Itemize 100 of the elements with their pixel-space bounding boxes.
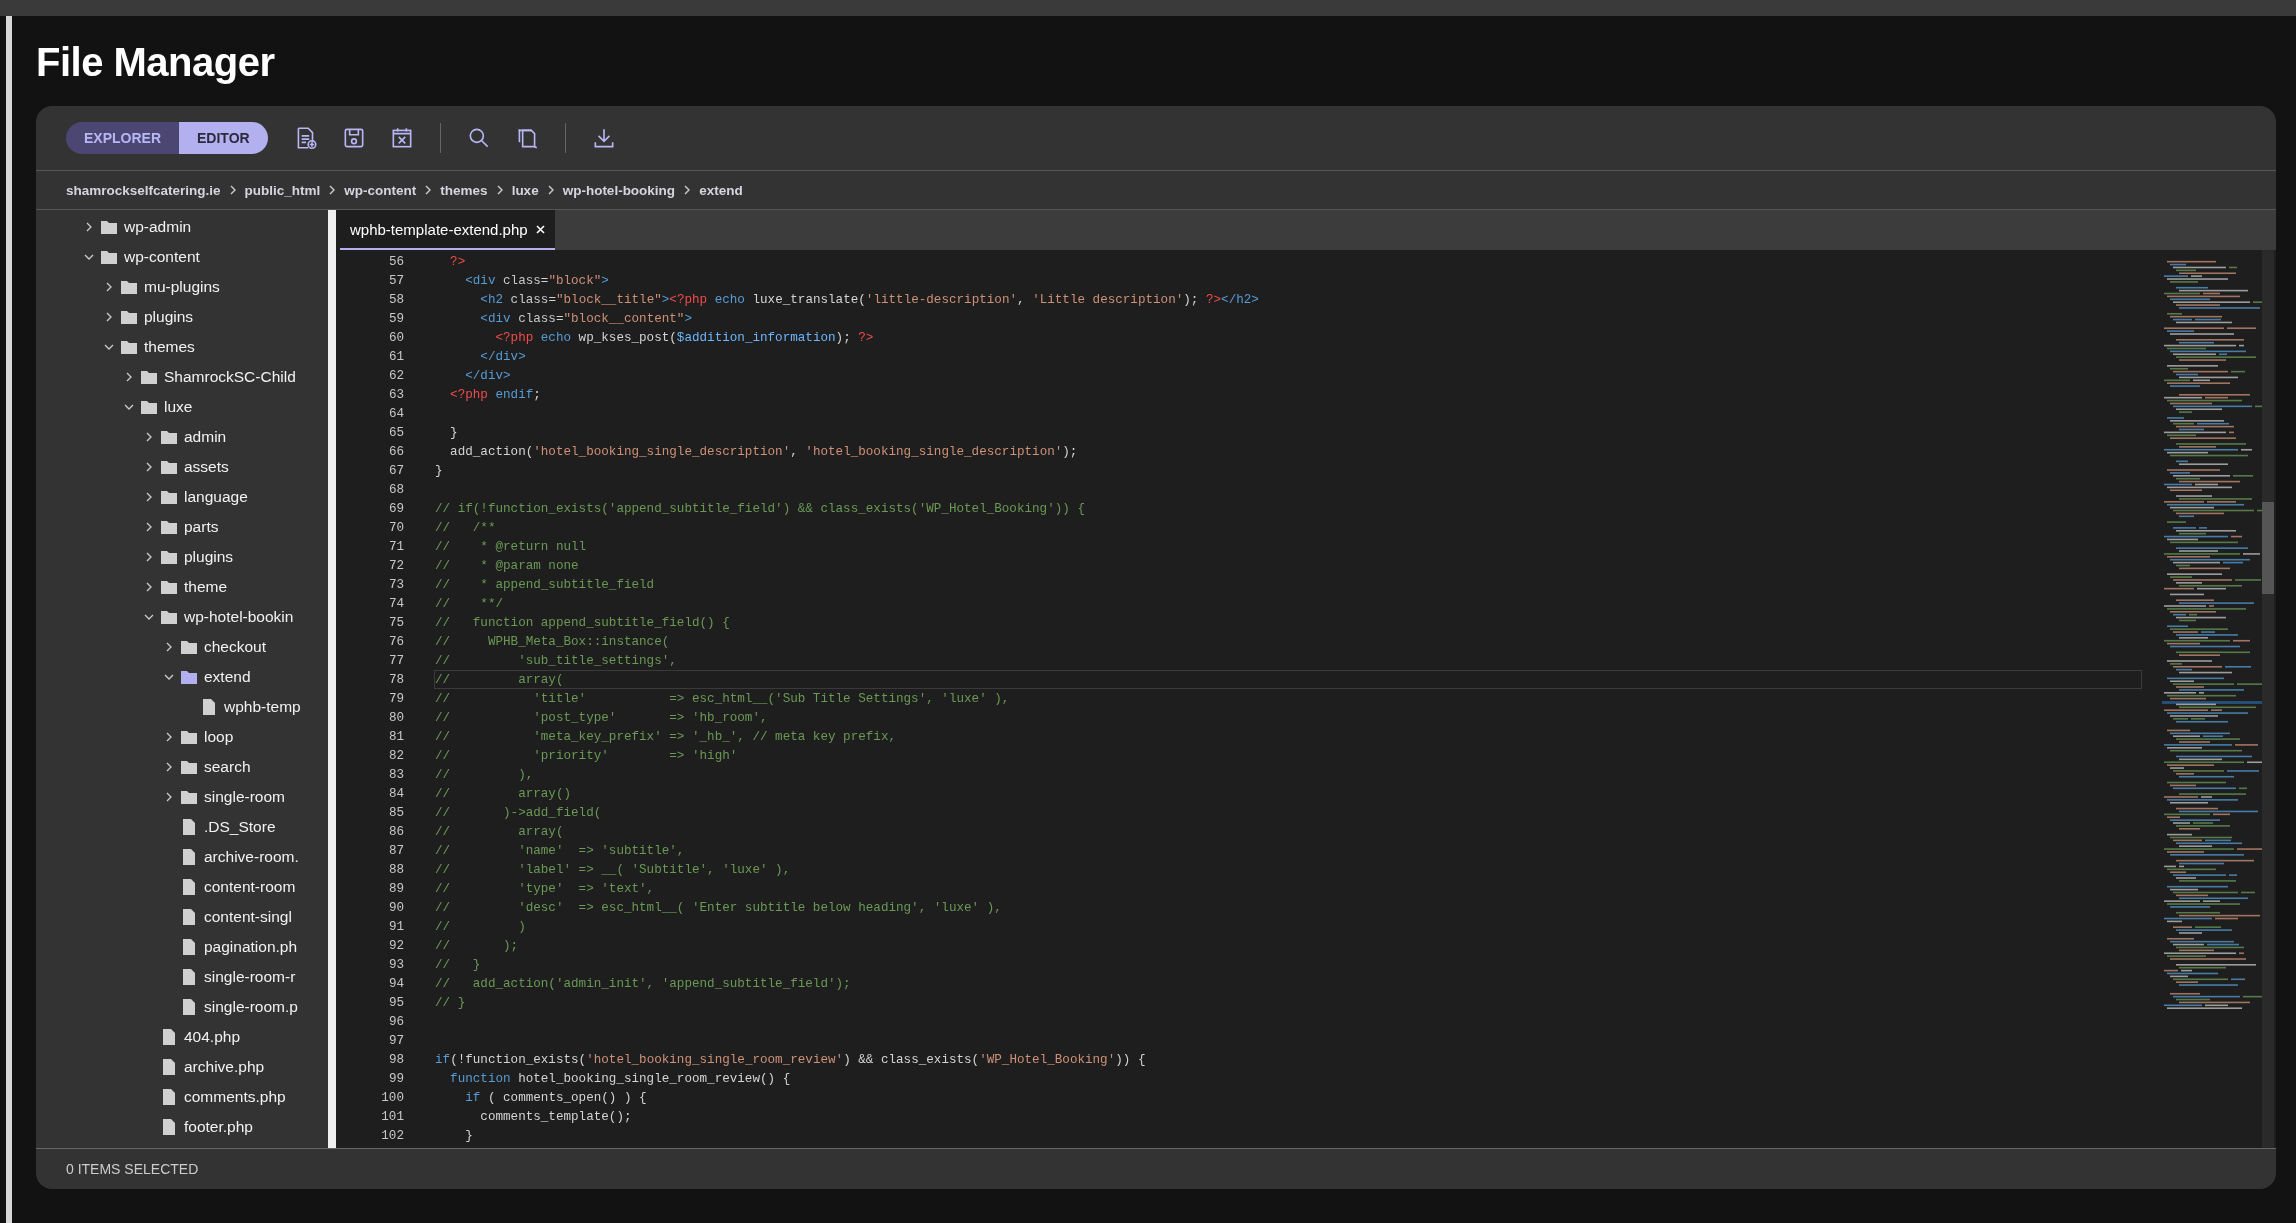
chevron-right-icon[interactable] (164, 762, 174, 772)
line-number: 56 (387, 254, 405, 269)
tree-item-label[interactable]: single-room-r (204, 968, 296, 986)
line-number: 95 (387, 995, 405, 1010)
code-line: // )->add_field( (434, 805, 603, 822)
tree-item-label[interactable]: archive-room. (204, 848, 299, 866)
tree-item-label[interactable]: archive.php (184, 1058, 265, 1076)
code-line: // 'name' => 'subtitle', (434, 843, 686, 860)
breadcrumb-link[interactable]: public_html (244, 182, 321, 198)
tree-item-label[interactable]: loop (204, 728, 234, 746)
tree-item-label[interactable]: wp-admin (124, 218, 192, 236)
chevron-right-icon[interactable] (84, 222, 94, 232)
line-number: 74 (387, 596, 405, 611)
line-number: 94 (387, 976, 405, 991)
line-number: 85 (387, 805, 405, 820)
breadcrumb-link[interactable]: wp-hotel-booking (562, 182, 676, 198)
tree-item-label[interactable]: extend (204, 668, 251, 686)
chevron-down-icon[interactable] (124, 402, 134, 412)
code-line: function hotel_booking_single_room_review() { (449, 1071, 792, 1088)
tree-item-label[interactable]: themes (144, 338, 195, 356)
line-number: 86 (387, 824, 405, 839)
tree-item-label[interactable]: comments.php (184, 1088, 286, 1106)
line-number: 80 (387, 710, 405, 725)
chevron-right-icon[interactable] (144, 522, 154, 532)
code-line: // * @return null (434, 539, 588, 556)
tree-item-label[interactable]: wphb-temp (224, 698, 301, 716)
tree-item-label[interactable]: wp-content (124, 248, 200, 266)
tree-item-label[interactable]: luxe (164, 398, 193, 416)
chevron-right-icon (495, 185, 504, 195)
chevron-down-icon[interactable] (84, 252, 94, 262)
view-toggle[interactable]: EDITOR (179, 122, 268, 154)
line-number: 98 (387, 1052, 405, 1067)
chevron-right-icon[interactable] (144, 492, 154, 502)
breadcrumb-link[interactable]: wp-content (344, 182, 417, 198)
chevron-right-icon[interactable] (124, 372, 134, 382)
breadcrumb-link[interactable]: themes (440, 182, 488, 198)
tree-item-label[interactable]: search (204, 758, 251, 776)
chevron-right-icon[interactable] (144, 552, 154, 562)
tree-item-label[interactable]: single-room (204, 788, 285, 806)
chevron-right-icon[interactable] (164, 732, 174, 742)
tree-item-label[interactable]: plugins (184, 548, 234, 566)
tree-item-label[interactable]: content-singl (204, 908, 292, 926)
code-line: // ) (434, 919, 527, 936)
code-line: // add_action('admin_init', 'append_subtitle_field'); (434, 976, 852, 993)
chevron-right-icon[interactable] (144, 462, 154, 472)
tree-item-label[interactable]: theme (184, 578, 228, 596)
chevron-down-icon[interactable] (164, 672, 174, 682)
chevron-right-icon[interactable] (144, 582, 154, 592)
line-number: 99 (387, 1071, 405, 1086)
tree-item-label[interactable]: pagination.ph (204, 938, 298, 956)
tree-item-label[interactable]: admin (184, 428, 227, 446)
line-number: 60 (387, 330, 405, 345)
chevron-down-icon[interactable] (104, 342, 114, 352)
view-toggle[interactable]: EXPLORER (66, 122, 179, 154)
chevron-right-icon[interactable] (144, 432, 154, 442)
chevron-right-icon (228, 185, 237, 195)
chevron-down-icon[interactable] (144, 612, 154, 622)
chevron-right-icon[interactable] (164, 792, 174, 802)
code-line: comments_template(); (479, 1109, 633, 1126)
line-number: 71 (387, 539, 405, 554)
line-number: 91 (387, 919, 405, 934)
close-icon[interactable] (535, 224, 545, 234)
chevron-right-icon[interactable] (104, 282, 114, 292)
code-line: // } (434, 957, 482, 974)
code-line: // array() (434, 786, 573, 803)
line-number: 66 (387, 444, 405, 459)
scrollbar[interactable] (328, 210, 336, 1148)
tree-item-label[interactable]: ShamrockSC-Child (164, 368, 296, 386)
tree-item-label[interactable]: mu-plugins (144, 278, 220, 296)
code-line: // array( (434, 824, 565, 841)
breadcrumb-link[interactable]: luxe (511, 182, 539, 198)
code-line: // ), (434, 767, 535, 784)
line-number: 78 (387, 672, 405, 687)
tree-item-label[interactable]: .DS_Store (204, 818, 276, 836)
tree-item-label[interactable]: checkout (204, 638, 267, 656)
tree-item-label[interactable]: language (184, 488, 248, 506)
tree-item-label[interactable]: plugins (144, 308, 194, 326)
file-tab[interactable]: wphb-template-extend.php (340, 210, 555, 250)
code-line: } (449, 425, 459, 442)
line-number: 93 (387, 957, 405, 972)
tree-item-label[interactable]: parts (184, 518, 219, 536)
line-number: 101 (380, 1109, 405, 1124)
chevron-right-icon[interactable] (164, 642, 174, 652)
code-line: <?php endif; (449, 387, 542, 404)
tree-item-label[interactable]: assets (184, 458, 229, 476)
line-number: 87 (387, 843, 405, 858)
tree-item-label[interactable]: single-room.p (204, 998, 298, 1016)
breadcrumb-link[interactable]: shamrockselfcatering.ie (66, 182, 221, 198)
code-line: // 'meta_key_prefix' => '_hb_', // meta key prefix, (434, 729, 897, 746)
chevron-right-icon[interactable] (104, 312, 114, 322)
tree-item-label[interactable]: footer.php (184, 1118, 253, 1136)
code-line: // /** (434, 520, 497, 537)
code-line: // **/ (434, 596, 505, 613)
code-line: <div class="block"> (464, 273, 610, 290)
breadcrumb-link[interactable]: extend (699, 182, 743, 198)
tree-item-label[interactable]: 404.php (184, 1028, 241, 1046)
tree-item-label[interactable]: content-room (204, 878, 296, 896)
scrollbar-thumb[interactable] (2262, 502, 2274, 594)
tree-item-label[interactable]: wp-hotel-bookin (184, 608, 294, 626)
line-number: 68 (387, 482, 405, 497)
